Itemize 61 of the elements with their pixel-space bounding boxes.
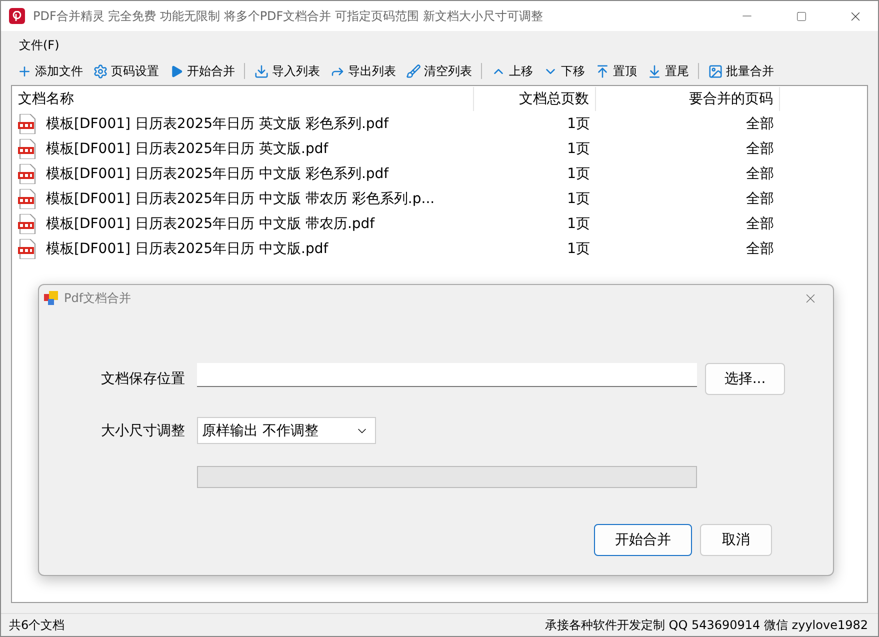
field-label: 文档保存位置 bbox=[100, 370, 186, 388]
toolbar-button[interactable]: 开始合并 bbox=[165, 60, 239, 82]
page-range: 全部 bbox=[745, 114, 775, 132]
field-label: 大小尺寸调整 bbox=[100, 422, 186, 440]
page-count: 1页 bbox=[566, 164, 591, 182]
dialog-button[interactable]: 取消 bbox=[700, 524, 772, 556]
file-name: 模板[DF001] 日历表2025年日历 中文版 带农历 彩色系列.p... bbox=[45, 190, 436, 208]
page-count: 1页 bbox=[566, 190, 591, 208]
dialog-app-icon bbox=[44, 291, 58, 305]
toolbar-button[interactable]: 上移 bbox=[487, 60, 537, 82]
pdf-file-icon bbox=[18, 138, 36, 158]
image-icon bbox=[708, 64, 723, 78]
page-count: 1页 bbox=[566, 214, 591, 232]
column-header[interactable]: 要合并的页码 bbox=[596, 86, 780, 110]
toolbar-button[interactable]: 批量合并 bbox=[704, 60, 778, 82]
maximize-icon[interactable] bbox=[796, 10, 806, 22]
toolbar-button[interactable]: 置顶 bbox=[591, 60, 641, 82]
page-count: 1页 bbox=[566, 140, 591, 158]
file-name: 模板[DF001] 日历表2025年日历 英文版 彩色系列.pdf bbox=[45, 114, 390, 132]
page-range: 全部 bbox=[745, 240, 775, 258]
pdf-file-icon bbox=[18, 214, 36, 234]
page-range: 全部 bbox=[745, 214, 775, 232]
toolbar-button[interactable]: 导出列表 bbox=[326, 60, 400, 82]
size-dropdown[interactable]: 原样输出 不作调整 bbox=[197, 417, 376, 444]
download-icon bbox=[254, 64, 269, 78]
choose-button[interactable]: 选择... bbox=[705, 363, 785, 395]
toolbar-button[interactable]: 置尾 bbox=[643, 60, 693, 82]
file-name: 模板[DF001] 日历表2025年日历 中文版 带农历.pdf bbox=[45, 214, 376, 232]
file-name: 模板[DF001] 日历表2025年日历 英文版.pdf bbox=[45, 140, 330, 158]
toolbar-button[interactable]: 导入列表 bbox=[250, 60, 324, 82]
dialog-button[interactable]: 开始合并 bbox=[594, 524, 692, 556]
arrow-to-top-icon bbox=[595, 64, 610, 78]
toolbar-button[interactable]: 添加文件 bbox=[13, 60, 87, 82]
dialog-title: Pdf文档合并 bbox=[64, 290, 132, 306]
document-count: 共6个文档 bbox=[9, 616, 65, 634]
contact-info: 承接各种软件开发定制 QQ 543690914 微信 zyylove1982 bbox=[544, 616, 868, 634]
toolbar-button[interactable]: 下移 bbox=[539, 60, 589, 82]
toolbar-button[interactable]: 清空列表 bbox=[402, 60, 476, 82]
play-icon bbox=[169, 64, 184, 78]
file-name: 模板[DF001] 日历表2025年日历 中文版.pdf bbox=[45, 240, 330, 258]
arrow-to-bottom-icon bbox=[647, 64, 662, 78]
pdf-file-icon bbox=[18, 238, 36, 258]
pdf-file-icon bbox=[18, 164, 36, 184]
app-logo-icon bbox=[9, 8, 25, 24]
pdf-file-icon bbox=[18, 114, 36, 134]
page-range: 全部 bbox=[745, 164, 775, 182]
page-count: 1页 bbox=[566, 114, 591, 132]
settings-icon bbox=[93, 64, 108, 78]
save-path-field[interactable] bbox=[197, 363, 697, 387]
menu-item[interactable]: 文件(F) bbox=[11, 34, 68, 56]
column-header[interactable]: 文档名称 bbox=[12, 86, 474, 110]
pdf-file-icon bbox=[18, 188, 36, 208]
toolbar-button[interactable]: 页码设置 bbox=[89, 60, 163, 82]
plus-icon bbox=[17, 64, 32, 78]
page-range: 全部 bbox=[745, 140, 775, 158]
file-name: 模板[DF001] 日历表2025年日历 中文版 彩色系列.pdf bbox=[45, 164, 390, 182]
page-count: 1页 bbox=[566, 240, 591, 258]
page-range: 全部 bbox=[745, 190, 775, 208]
column-header[interactable]: 文档总页数 bbox=[474, 86, 596, 110]
window-title: PDF合并精灵 完全免费 功能无限制 将多个PDF文档合并 可指定页码范围 新文档大小尺寸可调整 bbox=[33, 8, 544, 24]
brush-icon bbox=[406, 64, 421, 78]
